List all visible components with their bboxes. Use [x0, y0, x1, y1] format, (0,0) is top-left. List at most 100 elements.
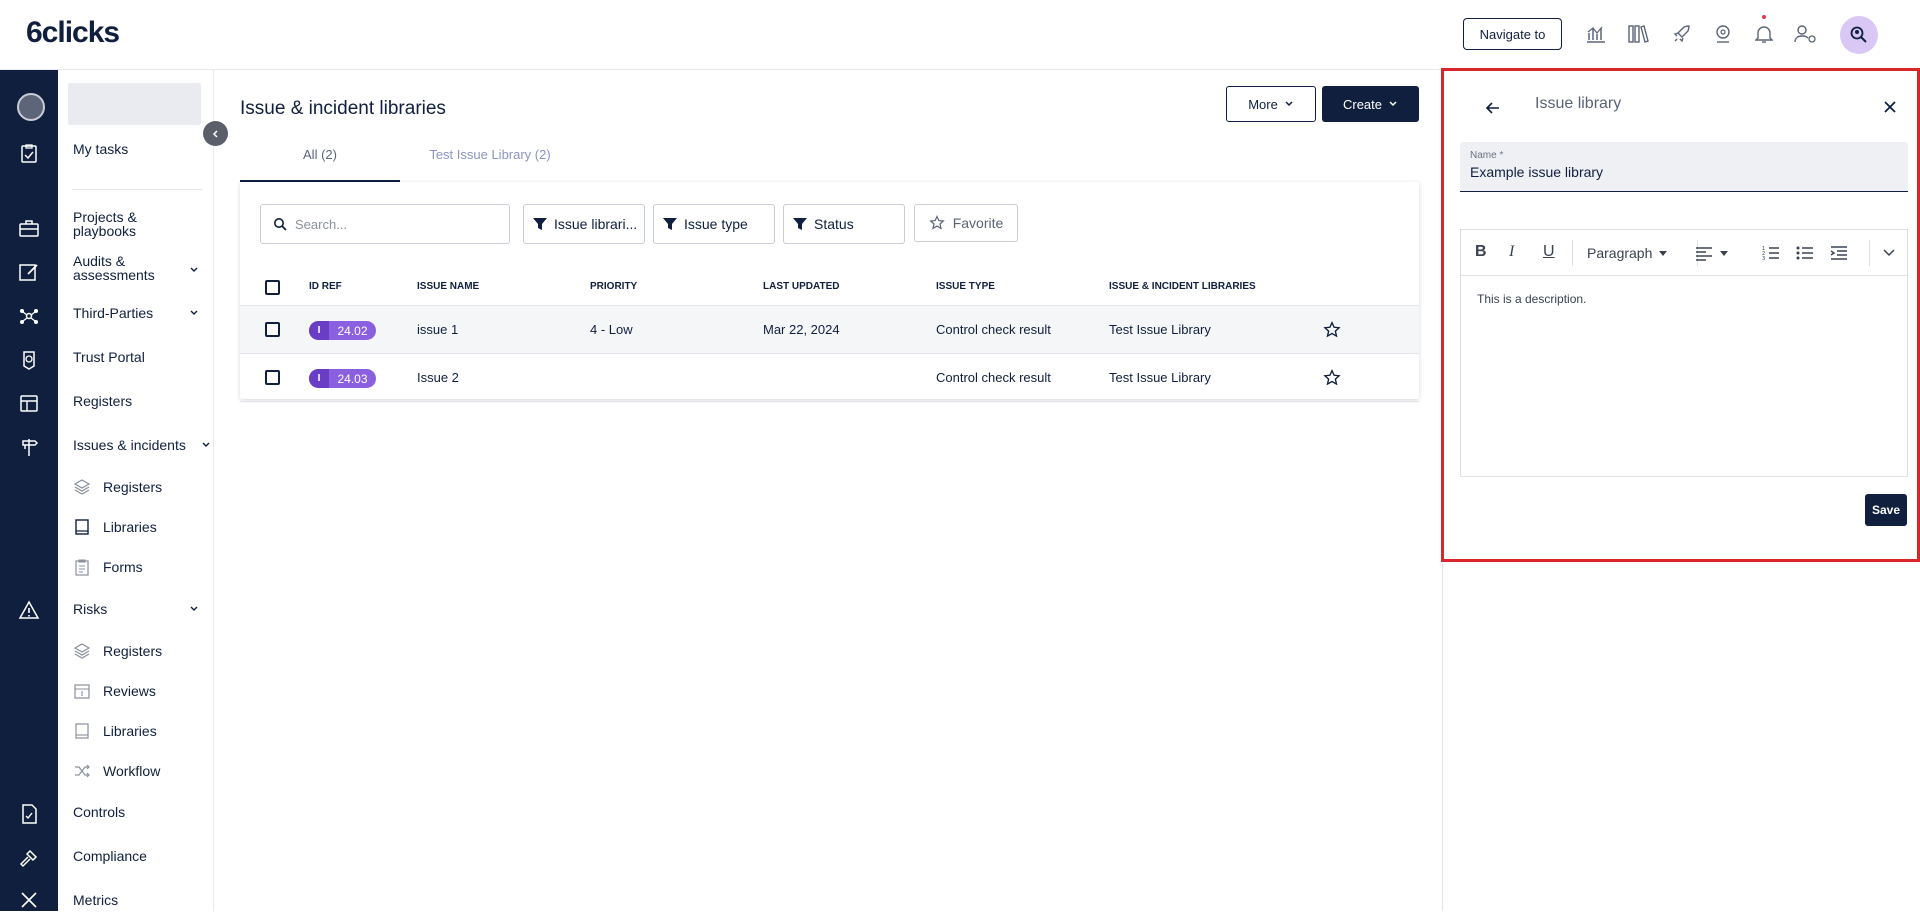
create-button[interactable]: Create — [1322, 86, 1419, 122]
chevron-down-icon — [1389, 101, 1397, 107]
nav-metrics[interactable]: Metrics — [73, 892, 118, 908]
column-header-priority[interactable]: PRIORITY — [590, 281, 637, 292]
chevron-down-icon[interactable] — [1883, 248, 1895, 258]
bold-button[interactable]: B — [1475, 243, 1487, 261]
main-content: Issue & incident libraries More Create A… — [215, 70, 1443, 911]
nav-audits[interactable]: Audits & assessments — [73, 254, 188, 282]
tasks-icon[interactable] — [16, 140, 42, 166]
column-header-libraries[interactable]: ISSUE & INCIDENT LIBRARIES — [1109, 281, 1256, 292]
toolbar-separator — [1869, 240, 1870, 266]
align-dropdown[interactable] — [1695, 245, 1729, 261]
back-arrow-icon[interactable] — [1483, 98, 1503, 118]
star-icon[interactable] — [1323, 369, 1341, 387]
underline-button[interactable]: U — [1543, 243, 1555, 261]
shield-check-icon[interactable] — [16, 347, 42, 373]
tools-icon[interactable] — [16, 887, 42, 913]
nav-risks-libraries[interactable]: Libraries — [73, 722, 157, 740]
nav-issues-libraries[interactable]: Libraries — [73, 518, 157, 536]
support-icon[interactable] — [1709, 20, 1737, 48]
user-name-placeholder[interactable] — [68, 83, 201, 125]
library-icon[interactable] — [1624, 20, 1652, 48]
table-row[interactable]: I 24.03 Issue 2 Control check result Tes… — [240, 354, 1419, 402]
nav-risks[interactable]: Risks — [73, 601, 107, 617]
select-all-checkbox[interactable] — [265, 280, 280, 295]
favorite-filter-button[interactable]: Favorite — [914, 204, 1018, 242]
id-ref-badge[interactable]: I 24.03 — [309, 369, 376, 388]
nav-registers[interactable]: Registers — [73, 393, 132, 409]
tab-test-issue-library[interactable]: Test Issue Library (2) — [400, 147, 580, 182]
bulleted-list-icon[interactable] — [1796, 245, 1814, 261]
save-button[interactable]: Save — [1865, 494, 1907, 526]
nav-issues-registers[interactable]: Registers — [73, 478, 162, 496]
name-field-label: Name * — [1470, 150, 1504, 161]
column-header-issue-name[interactable]: ISSUE NAME — [417, 281, 479, 292]
filter-issue-type[interactable]: Issue type — [653, 204, 775, 244]
more-button[interactable]: More — [1226, 86, 1316, 122]
nav-sub-label: Libraries — [103, 723, 157, 739]
nav-risks-registers[interactable]: Registers — [73, 642, 162, 660]
column-header-id-ref[interactable]: ID REF — [309, 281, 342, 292]
nav-issues-incidents[interactable]: Issues & incidents — [73, 437, 186, 453]
navigate-to-button[interactable]: Navigate to — [1463, 18, 1562, 50]
nav-controls[interactable]: Controls — [73, 804, 125, 820]
description-text[interactable]: This is a description. — [1477, 292, 1586, 306]
document-check-icon[interactable] — [16, 801, 42, 827]
chevron-down-icon[interactable] — [189, 265, 199, 275]
table-row[interactable]: I 24.02 issue 1 4 - Low Mar 22, 2024 Con… — [240, 306, 1419, 354]
row-checkbox[interactable] — [265, 370, 280, 385]
warning-icon[interactable] — [16, 597, 42, 623]
rail-avatar[interactable] — [17, 93, 45, 121]
issue-type-cell: Control check result — [936, 322, 1051, 337]
analytics-icon[interactable] — [1582, 20, 1610, 48]
column-header-issue-type[interactable]: ISSUE TYPE — [936, 281, 995, 292]
name-field-value[interactable]: Example issue library — [1470, 164, 1898, 180]
tab-all[interactable]: All (2) — [240, 147, 400, 182]
icon-rail — [0, 70, 58, 911]
issue-name-cell[interactable]: issue 1 — [417, 322, 458, 337]
indent-icon[interactable] — [1830, 245, 1848, 261]
collapse-sidebar-button[interactable] — [203, 121, 228, 146]
page-title: Issue & incident libraries — [240, 98, 446, 119]
nav-third-parties[interactable]: Third-Parties — [73, 305, 153, 321]
search-input[interactable]: Search... — [260, 204, 510, 244]
edit-icon[interactable] — [16, 259, 42, 285]
star-icon[interactable] — [1323, 321, 1341, 339]
nav-projects[interactable]: Projects & playbooks — [73, 210, 183, 238]
nav-sub-label: Workflow — [103, 763, 161, 779]
nav-risks-workflow[interactable]: Workflow — [73, 762, 160, 780]
chevron-down-icon[interactable] — [189, 308, 199, 318]
nav-issues-forms[interactable]: Forms — [73, 558, 143, 576]
italic-button[interactable]: I — [1509, 243, 1514, 261]
network-icon[interactable] — [16, 303, 42, 329]
name-field[interactable]: Name * Example issue library — [1460, 142, 1908, 192]
issues-table-card: Search... Issue librari... Issue type St… — [240, 182, 1419, 402]
gavel-icon[interactable] — [16, 845, 42, 871]
bell-icon[interactable] — [1750, 20, 1778, 48]
briefcase-icon[interactable] — [16, 215, 42, 241]
badge-type-letter: I — [309, 369, 329, 388]
store-icon[interactable] — [16, 390, 42, 416]
row-checkbox[interactable] — [265, 322, 280, 337]
chevron-down-icon[interactable] — [189, 604, 199, 614]
close-icon[interactable] — [1881, 98, 1899, 116]
paragraph-style-dropdown[interactable]: Paragraph — [1587, 245, 1668, 261]
issue-name-cell[interactable]: Issue 2 — [417, 370, 459, 385]
app-logo[interactable]: 6clicks — [26, 16, 120, 50]
description-editor[interactable]: B I U Paragraph 123 This is a descriptio… — [1460, 229, 1908, 477]
badge-id: 24.03 — [337, 371, 368, 386]
signpost-icon[interactable] — [16, 434, 42, 460]
numbered-list-icon[interactable]: 123 — [1762, 245, 1780, 261]
nav-compliance[interactable]: Compliance — [73, 848, 147, 864]
chevron-down-icon[interactable] — [201, 440, 211, 450]
nav-sub-label: Registers — [103, 479, 163, 495]
nav-risks-reviews[interactable]: Reviews — [73, 682, 156, 700]
filter-status[interactable]: Status — [783, 204, 905, 244]
user-avatar[interactable] — [1840, 16, 1878, 54]
id-ref-badge[interactable]: I 24.02 — [309, 321, 376, 340]
column-header-last-updated[interactable]: LAST UPDATED — [763, 281, 839, 292]
rocket-icon[interactable] — [1668, 20, 1696, 48]
filter-issue-libraries[interactable]: Issue librari... — [523, 204, 645, 244]
nav-my-tasks[interactable]: My tasks — [73, 141, 128, 157]
nav-trust-portal[interactable]: Trust Portal — [73, 349, 145, 365]
user-settings-icon[interactable] — [1792, 20, 1820, 48]
